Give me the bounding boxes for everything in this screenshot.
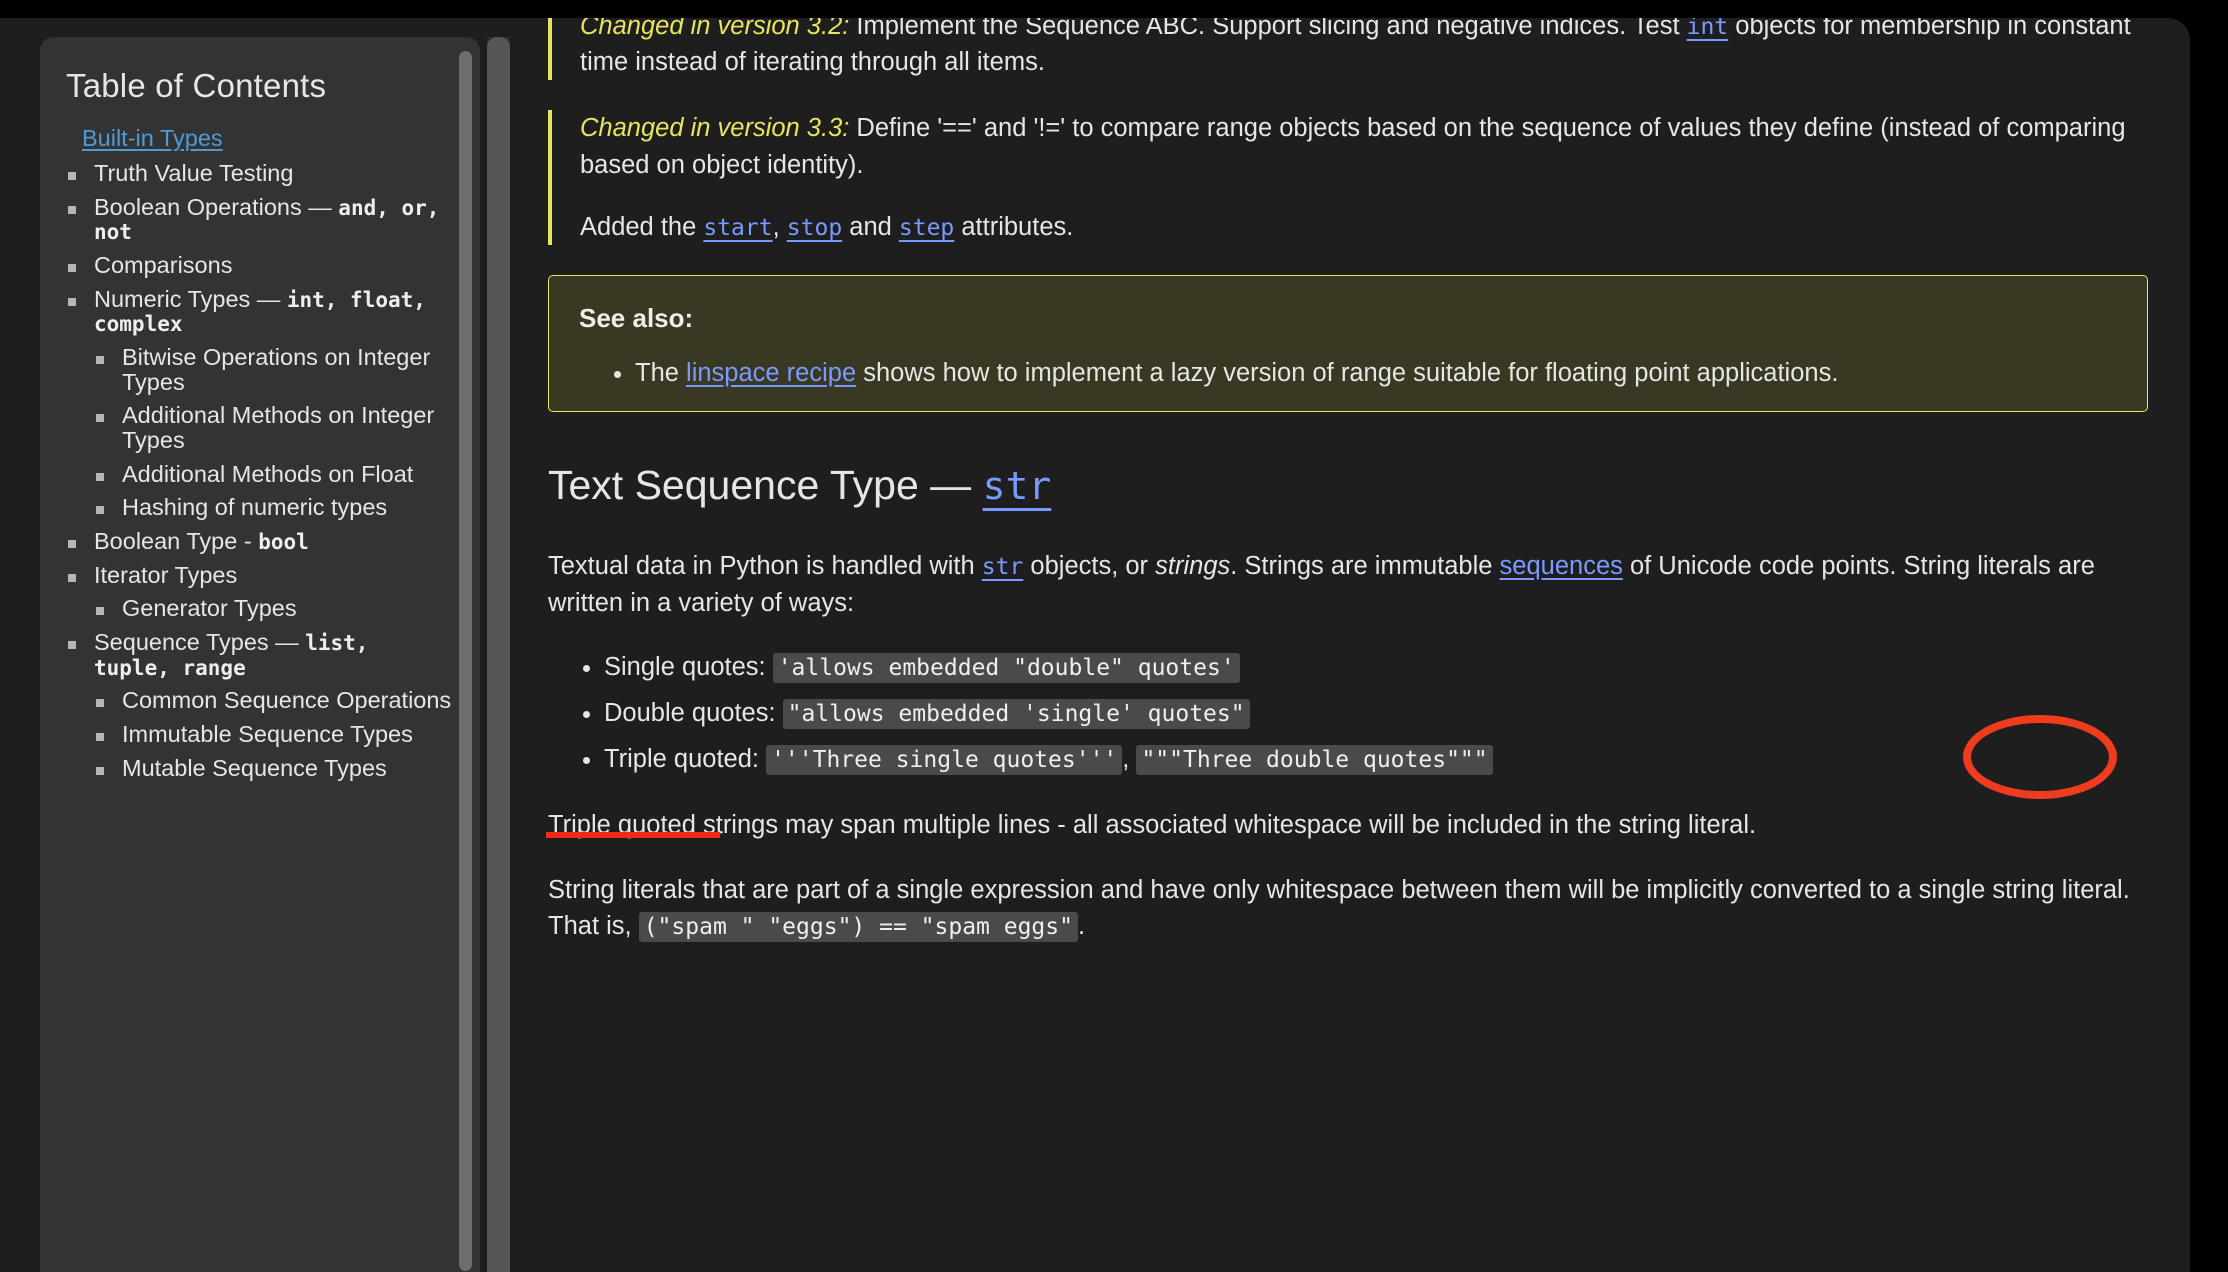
triple-separator: , <box>1122 745 1137 774</box>
paragraph-implicit-concat: String literals that are part of a singl… <box>548 872 2148 944</box>
version-tag-3-3: Changed in version 3.3: <box>580 114 850 143</box>
sidebar-item-comparisons[interactable]: Comparisons <box>66 253 454 278</box>
sidebar-item-additional-methods-on-integer-types[interactable]: Additional Methods on Integer Types <box>94 403 454 452</box>
changed-in-version-3-2: Changed in version 3.2: Implement the Se… <box>548 18 2148 81</box>
string-literal-list: Single quotes: 'allows embedded "double"… <box>548 649 2148 778</box>
linspace-recipe-link[interactable]: linspace recipe <box>686 359 856 387</box>
intro-part-3: . Strings are immutable <box>1230 552 1500 581</box>
page-title: Table of Contents <box>66 67 327 104</box>
changed-in-version-3-3: Changed in version 3.3: Define '==' and … <box>548 110 2148 246</box>
added-sep-2: and <box>842 212 899 241</box>
sidebar-item-label: Iterator Types <box>94 561 238 588</box>
sidebar-item-label: Immutable Sequence Types <box>122 721 413 748</box>
step-link[interactable]: step <box>899 215 954 241</box>
strings-emphasis: strings <box>1155 552 1231 581</box>
main-content: Changed in version 3.2: Implement the Se… <box>548 18 2148 972</box>
single-quotes-code: 'allows embedded "double" quotes' <box>772 652 1240 683</box>
double-quotes-code: "allows embedded 'single' quotes" <box>782 698 1250 729</box>
see-also-title: See also: <box>579 303 694 334</box>
sidebar-item-label: Additional Methods on Float <box>122 460 414 487</box>
toc-level-1-list: Truth Value Testing Boolean Operations — … <box>66 161 454 780</box>
sidebar-item-label: Boolean Type - <box>94 528 259 555</box>
sidebar-item-built-in-types[interactable]: Built-in Types <box>82 125 223 152</box>
sidebar-item-label: Comparisons <box>94 252 233 279</box>
sidebar-item-label: Sequence Types — <box>94 629 306 656</box>
sidebar-item-immutable-sequence-types[interactable]: Immutable Sequence Types <box>94 722 454 747</box>
double-quotes-label: Double quotes: <box>604 698 783 727</box>
version-tag-3-2: Changed in version 3.2: <box>580 18 850 40</box>
list-item: Triple quoted: '''Three single quotes'''… <box>604 741 2148 777</box>
str-link[interactable]: str <box>982 554 1024 580</box>
see-also-suffix: shows how to implement a lazy version of… <box>856 358 1839 387</box>
sidebar-scrollbar[interactable] <box>459 51 472 1271</box>
str-heading-link[interactable]: str <box>983 464 1052 508</box>
intro-part-1: Textual data in Python is handled with <box>548 552 982 581</box>
section-heading-text-sequence-type: Text Sequence Type — str <box>548 456 2148 514</box>
sidebar-item-additional-methods-on-float[interactable]: Additional Methods on Float <box>94 460 454 487</box>
sidebar-item-code: bool <box>258 530 309 555</box>
sidebar-item-boolean-type[interactable]: Boolean Type - bool <box>66 529 454 554</box>
list-item: Double quotes: "allows embedded 'single'… <box>604 695 2148 731</box>
added-sep-1: , <box>772 212 787 241</box>
added-prefix: Added the <box>580 212 704 241</box>
added-attributes-line: Added the start, stop and step attribute… <box>580 209 2148 245</box>
sidebar-item-common-sequence-operations[interactable]: Common Sequence Operations <box>94 688 454 713</box>
sidebar-item-boolean-operations[interactable]: Boolean Operations — and, or, not <box>66 193 454 244</box>
sidebar-item-truth-value-testing[interactable]: Truth Value Testing <box>66 161 454 186</box>
sidebar-item-label: Mutable Sequence Types <box>122 754 387 781</box>
see-also-admonition: See also: The linspace recipe shows how … <box>548 275 2148 413</box>
sidebar-item-label: Generator Types <box>122 595 297 622</box>
sidebar-item-iterator-types[interactable]: Iterator Types Generator Types <box>66 561 454 621</box>
sidebar-scroll-area[interactable]: Table of Contents Built-in Types Truth V… <box>40 37 480 1272</box>
sidebar-item-sequence-types[interactable]: Sequence Types — list, tuple, range Commo… <box>66 630 454 780</box>
sidebar-item-bitwise-operations-on-integer-types[interactable]: Bitwise Operations on Integer Types <box>94 345 454 394</box>
toc-level-2-list: Common Sequence Operations Immutable Sequ… <box>94 688 454 780</box>
int-link[interactable]: int <box>1687 18 1729 40</box>
sidebar-item-label: Bitwise Operations on Integer Types <box>122 344 431 395</box>
sidebar-item-label: Additional Methods on Integer Types <box>122 402 435 454</box>
toc-level-2-list: Bitwise Operations on Integer Types Addit… <box>94 345 454 520</box>
triple-single-code: '''Three single quotes''' <box>766 745 1123 776</box>
intro-paragraph: Textual data in Python is handled with s… <box>548 548 2148 620</box>
list-item: The linspace recipe shows how to impleme… <box>635 355 2117 391</box>
sequences-link[interactable]: sequences <box>1500 552 1623 580</box>
page-scrollbar-thumb[interactable] <box>487 37 510 1272</box>
see-also-list: The linspace recipe shows how to impleme… <box>579 355 2117 391</box>
sidebar-item-mutable-sequence-types[interactable]: Mutable Sequence Types <box>94 754 454 781</box>
paragraph-triple-quoted: Triple quoted strings may span multiple … <box>548 811 1757 840</box>
sidebar-item-label: Hashing of numeric types <box>122 494 388 521</box>
triple-double-code: """Three double quotes""" <box>1136 745 1493 776</box>
sidebar-item-label: Numeric Types — <box>94 285 287 312</box>
start-link[interactable]: start <box>703 215 772 241</box>
spam-eggs-code: ("spam " "eggs") == "spam eggs" <box>638 911 1078 942</box>
sidebar-item-label: Truth Value Testing <box>94 160 294 186</box>
toc-list: Truth Value Testing Boolean Operations — … <box>66 161 454 780</box>
implicit-text-after: . <box>1077 911 1086 940</box>
toc-level-2-list: Generator Types <box>94 596 454 621</box>
sidebar-item-hashing-of-numeric-types[interactable]: Hashing of numeric types <box>94 495 454 520</box>
stop-link[interactable]: stop <box>787 215 842 241</box>
page-scrollbar[interactable] <box>487 37 510 1272</box>
sidebar-item-numeric-types[interactable]: Numeric Types — int, float, complex Bitwi… <box>66 285 454 520</box>
section-heading-label: Text Sequence Type — <box>548 462 983 509</box>
documentation-page: Table of Contents Built-in Types Truth V… <box>0 18 2190 1272</box>
sidebar-item-generator-types[interactable]: Generator Types <box>94 596 454 621</box>
triple-quoted-label: Triple quoted: <box>604 745 767 774</box>
changed-32-text-before: Implement the Sequence ABC. Support slic… <box>849 18 1687 40</box>
intro-part-2: objects, or <box>1023 552 1156 581</box>
table-of-contents-sidebar: Table of Contents Built-in Types Truth V… <box>40 37 480 1272</box>
single-quotes-label: Single quotes: <box>604 652 773 681</box>
see-also-prefix: The <box>635 358 687 387</box>
sidebar-item-label: Boolean Operations — <box>94 193 339 220</box>
list-item: Single quotes: 'allows embedded "double"… <box>604 649 2148 685</box>
added-suffix: attributes. <box>954 212 1074 241</box>
sidebar-scrollbar-thumb[interactable] <box>459 51 472 1271</box>
sidebar-item-label: Common Sequence Operations <box>122 687 452 714</box>
